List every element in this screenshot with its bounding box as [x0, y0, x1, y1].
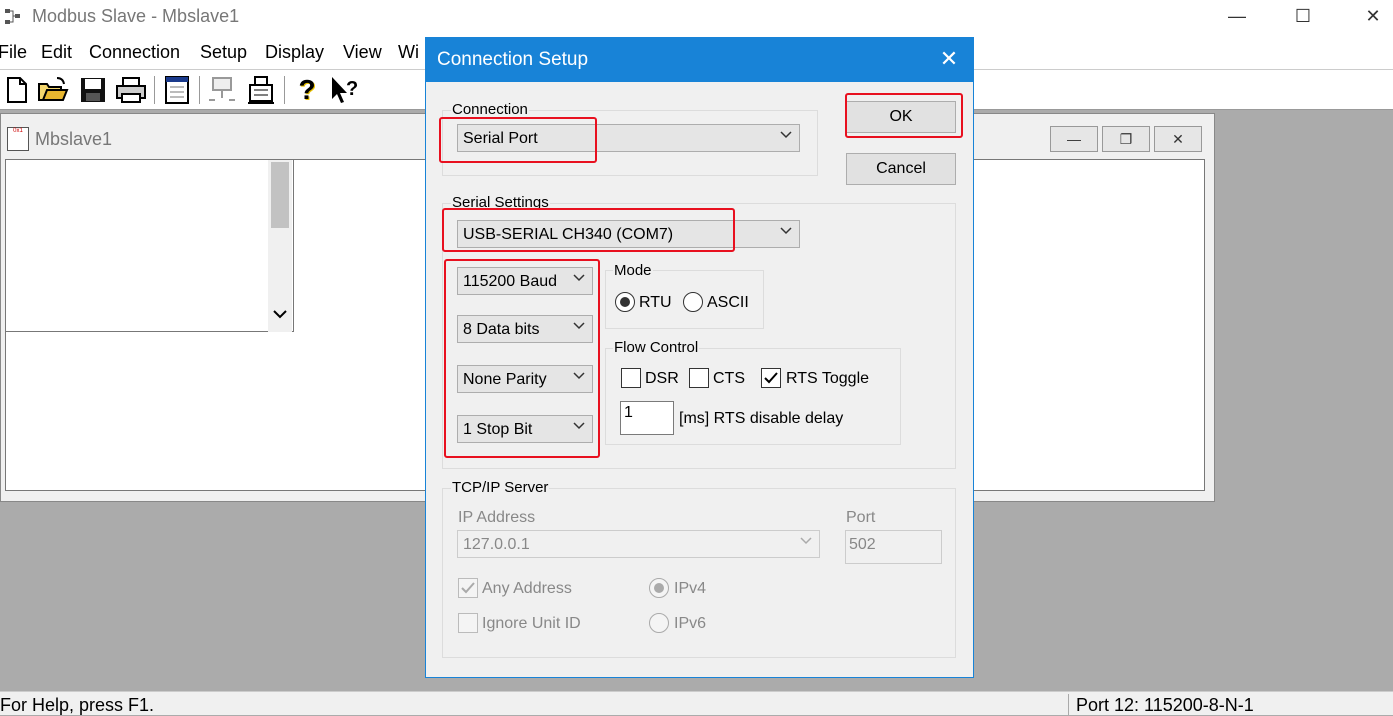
- connect-icon[interactable]: [205, 74, 239, 106]
- dialog-close-button[interactable]: ✕: [934, 46, 964, 72]
- rtu-label: RTU: [639, 294, 672, 311]
- cts-checkbox[interactable]: [689, 368, 709, 388]
- ascii-label: ASCII: [707, 294, 749, 311]
- menu-edit[interactable]: Edit: [41, 42, 72, 63]
- dialog-title-bar: Connection Setup ✕: [426, 38, 973, 82]
- menu-window[interactable]: Wi: [398, 42, 419, 63]
- ipv4-radio[interactable]: [649, 578, 669, 598]
- mode-label: Mode: [613, 262, 653, 279]
- toolbar-separator: [154, 76, 155, 104]
- ipv6-label: IPv6: [674, 615, 707, 632]
- rts-delay-input[interactable]: 1: [620, 401, 674, 435]
- status-port-text: Port 12: 115200-8-N-1: [1076, 695, 1254, 715]
- help-icon[interactable]: ?: [290, 74, 324, 106]
- ignore-unit-id-checkbox[interactable]: [458, 613, 478, 633]
- connection-type-value: Serial Port: [463, 130, 538, 147]
- minimize-button[interactable]: —: [1222, 6, 1252, 27]
- serial-settings-label: Serial Settings: [451, 194, 550, 211]
- stop-bits-select[interactable]: 1 Stop Bit: [457, 415, 593, 443]
- any-address-label: Any Address: [482, 580, 572, 597]
- chevron-down-icon: [573, 372, 585, 380]
- rts-toggle-checkbox[interactable]: [761, 368, 781, 388]
- dialog-title: Connection Setup: [437, 49, 589, 70]
- register-list[interactable]: [6, 160, 294, 332]
- port-input[interactable]: 502: [845, 530, 942, 564]
- app-title-bar: Modbus Slave - Mbslave1 — ☐ ✕: [0, 0, 1393, 36]
- window-icon[interactable]: [160, 74, 194, 106]
- chevron-down-icon: [780, 131, 792, 139]
- rts-toggle-label: RTS Toggle: [786, 370, 870, 387]
- status-help-text: For Help, press F1.: [0, 695, 155, 715]
- print-icon[interactable]: [114, 74, 148, 106]
- any-address-checkbox[interactable]: [458, 578, 478, 598]
- chevron-down-icon: [780, 227, 792, 235]
- ignore-unit-id-label: Ignore Unit ID: [482, 615, 581, 632]
- serial-port-value: USB-SERIAL CH340 (COM7): [463, 226, 674, 243]
- close-button[interactable]: ✕: [1358, 6, 1388, 27]
- port-label: Port: [846, 509, 876, 526]
- maximize-button[interactable]: ☐: [1288, 6, 1318, 27]
- status-divider: [1068, 694, 1069, 716]
- checkmark-icon: [461, 582, 475, 594]
- ip-address-value: 127.0.0.1: [463, 536, 530, 553]
- rtu-radio[interactable]: [615, 292, 635, 312]
- child-restore-button[interactable]: ❐: [1102, 126, 1150, 152]
- dsr-checkbox[interactable]: [621, 368, 641, 388]
- chevron-down-icon: [573, 422, 585, 430]
- ip-address-label: IP Address: [458, 509, 536, 526]
- menu-connection[interactable]: Connection: [89, 42, 180, 63]
- chevron-down-icon: [573, 322, 585, 330]
- ok-button[interactable]: OK: [846, 101, 956, 133]
- connection-group-label: Connection: [451, 101, 529, 118]
- svg-text:?: ?: [346, 78, 358, 100]
- tcp-ip-label: TCP/IP Server: [451, 479, 550, 496]
- chevron-down-icon: [573, 274, 585, 282]
- connection-type-select[interactable]: Serial Port: [457, 124, 800, 152]
- ipv6-radio[interactable]: [649, 613, 669, 633]
- checkmark-icon: [764, 372, 778, 384]
- connection-setup-dialog: Connection Setup ✕ Connection Serial Por…: [425, 37, 974, 678]
- child-minimize-button[interactable]: —: [1050, 126, 1098, 152]
- chevron-down-icon: [800, 537, 812, 545]
- data-bits-value: 8 Data bits: [463, 321, 540, 338]
- child-close-button[interactable]: ✕: [1154, 126, 1202, 152]
- parity-select[interactable]: None Parity: [457, 365, 593, 393]
- rts-delay-label: [ms] RTS disable delay: [679, 410, 844, 427]
- baud-rate-value: 115200 Baud: [463, 273, 558, 290]
- toolbar-separator: [284, 76, 285, 104]
- chevron-down-icon[interactable]: [272, 306, 288, 327]
- open-folder-icon[interactable]: [36, 74, 70, 106]
- menu-display[interactable]: Display: [265, 42, 324, 63]
- menu-setup[interactable]: Setup: [200, 42, 247, 63]
- dsr-label: DSR: [645, 370, 679, 387]
- vertical-scrollbar[interactable]: [268, 160, 292, 332]
- ascii-radio[interactable]: [683, 292, 703, 312]
- child-window-title: Mbslave1: [35, 129, 113, 149]
- ip-address-select[interactable]: 127.0.0.1: [457, 530, 820, 558]
- status-bar: For Help, press F1. Port 12: 115200-8-N-…: [0, 691, 1393, 716]
- menu-file[interactable]: File: [0, 42, 27, 63]
- cts-label: CTS: [713, 370, 745, 387]
- data-bits-select[interactable]: 8 Data bits: [457, 315, 593, 343]
- app-icon: [4, 8, 22, 26]
- baud-rate-select[interactable]: 115200 Baud: [457, 267, 593, 295]
- context-help-icon[interactable]: ?: [328, 74, 362, 106]
- new-document-icon[interactable]: [0, 74, 34, 106]
- save-icon[interactable]: [76, 74, 110, 106]
- stop-bits-value: 1 Stop Bit: [463, 421, 533, 438]
- parity-value: None Parity: [463, 371, 547, 388]
- menu-view[interactable]: View: [343, 42, 382, 63]
- toolbar-separator: [199, 76, 200, 104]
- cancel-button[interactable]: Cancel: [846, 153, 956, 185]
- disconnect-icon[interactable]: [244, 74, 278, 106]
- scrollbar-thumb[interactable]: [271, 162, 289, 228]
- app-title: Modbus Slave - Mbslave1: [32, 6, 240, 26]
- ipv4-label: IPv4: [674, 580, 707, 597]
- flow-control-label: Flow Control: [613, 339, 700, 356]
- document-icon-text: 0x1: [13, 128, 23, 134]
- document-icon: 0x1: [7, 127, 29, 151]
- serial-port-select[interactable]: USB-SERIAL CH340 (COM7): [457, 220, 800, 248]
